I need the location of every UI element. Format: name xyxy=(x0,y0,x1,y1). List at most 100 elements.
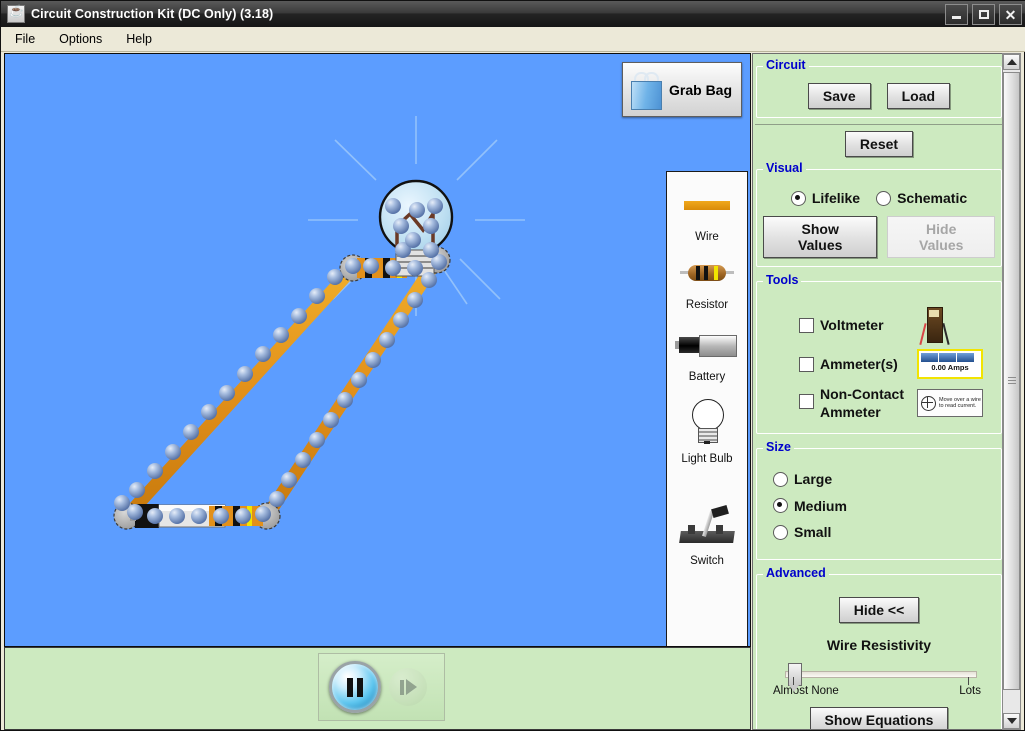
group-legend-tools: Tools xyxy=(763,273,802,287)
show-equations-button[interactable]: Show Equations xyxy=(809,706,949,729)
checkbox-voltmeter-box xyxy=(799,317,814,333)
minimize-icon xyxy=(952,15,961,19)
title-bar: Circuit Construction Kit (DC Only) (3.18… xyxy=(1,1,1025,27)
radio-large-indicator xyxy=(773,471,788,487)
toolbox-label-battery: Battery xyxy=(688,371,726,383)
group-circuit: Circuit Save Load xyxy=(756,58,1002,118)
hide-row: Hide << xyxy=(763,596,995,623)
hide-values-button[interactable]: Hide Values xyxy=(887,216,995,258)
group-size: Size Large Medium Small xyxy=(756,440,1002,560)
step-button[interactable] xyxy=(389,668,427,706)
slider-labels: Almost None Lots xyxy=(773,685,981,697)
menu-help[interactable]: Help xyxy=(116,30,162,48)
maximize-button[interactable] xyxy=(972,4,995,25)
group-tools: Tools Voltmeter Ammeter(s) 0.00 Amps Non… xyxy=(756,273,1002,434)
scrollbar-thumb[interactable] xyxy=(1003,72,1020,690)
clock-control-bar xyxy=(4,647,751,730)
wire-resistivity-slider[interactable] xyxy=(785,662,977,692)
toolbox-item-wire[interactable]: Wire xyxy=(667,182,747,243)
save-button[interactable]: Save xyxy=(807,83,871,109)
show-values-button[interactable]: Show Values xyxy=(763,216,878,258)
group-visual: Visual Lifelike Schematic Show Values Hi… xyxy=(756,161,1002,267)
load-button[interactable]: Load xyxy=(886,83,951,109)
group-legend-size: Size xyxy=(763,440,795,454)
toolbox-item-switch[interactable]: Switch xyxy=(667,500,747,567)
checkbox-voltmeter-label: Voltmeter xyxy=(820,317,884,333)
slider-track xyxy=(785,670,977,678)
java-coffee-icon xyxy=(7,4,25,23)
clock-panel xyxy=(318,653,445,721)
close-icon: ✕ xyxy=(1004,6,1017,23)
circuit-buttons-row: Save Load xyxy=(763,83,995,109)
tool-row-voltmeter: Voltmeter xyxy=(799,305,995,345)
radio-schematic[interactable]: Schematic xyxy=(876,190,967,206)
checkbox-voltmeter[interactable]: Voltmeter xyxy=(799,317,917,333)
control-panel: Circuit Save Load Reset Visual Lifelike … xyxy=(752,53,1006,730)
menu-options[interactable]: Options xyxy=(49,30,112,48)
menu-bar: File Options Help xyxy=(1,27,1025,52)
size-option-large[interactable]: Large xyxy=(773,471,995,492)
window-title: Circuit Construction Kit (DC Only) (3.18… xyxy=(31,7,274,21)
radio-schematic-indicator xyxy=(876,190,892,206)
toolbox-item-battery[interactable]: Battery xyxy=(667,322,747,383)
chevron-down-icon xyxy=(1006,718,1017,724)
slider-tick-max xyxy=(968,676,969,685)
visual-radio-row: Lifelike Schematic xyxy=(763,190,995,206)
checkbox-non-contact-ammeter-box xyxy=(799,394,814,409)
radio-lifelike[interactable]: Lifelike xyxy=(790,190,861,206)
radio-medium-label: Medium xyxy=(794,497,847,514)
group-legend-circuit: Circuit xyxy=(763,58,809,72)
shopping-bag-icon xyxy=(629,71,663,110)
scroll-down-button[interactable] xyxy=(1003,713,1020,729)
toolbox-label-light-bulb: Light Bulb xyxy=(681,453,733,465)
radio-schematic-label: Schematic xyxy=(897,190,968,206)
ammeter-icon: 0.00 Amps xyxy=(917,349,983,379)
panel-scrollbar[interactable] xyxy=(1002,53,1021,730)
toolbox-item-resistor[interactable]: Resistor xyxy=(667,250,747,311)
group-legend-visual: Visual xyxy=(763,161,806,175)
minimize-button[interactable] xyxy=(945,4,968,25)
radio-lifelike-indicator xyxy=(790,190,806,206)
grab-bag-button[interactable]: Grab Bag xyxy=(622,62,742,117)
maximize-icon xyxy=(978,10,989,19)
scroll-up-button[interactable] xyxy=(1003,54,1020,70)
checkbox-ammeter-label: Ammeter(s) xyxy=(820,356,898,372)
size-option-small[interactable]: Small xyxy=(773,524,995,545)
reset-button[interactable]: Reset xyxy=(844,131,914,157)
slider-tick-min xyxy=(793,676,794,685)
nca-hint-line2: to read current. xyxy=(939,403,977,409)
checkbox-ammeter[interactable]: Ammeter(s) xyxy=(799,356,917,372)
checkbox-ammeter-box xyxy=(799,356,814,372)
menu-file[interactable]: File xyxy=(5,30,45,48)
window-controls: ✕ xyxy=(945,4,1022,25)
light-bulb-icon xyxy=(667,394,747,450)
slider-thumb[interactable] xyxy=(788,662,802,692)
slider-max-label: Lots xyxy=(959,684,981,697)
close-button[interactable]: ✕ xyxy=(999,4,1022,25)
pause-button[interactable] xyxy=(329,661,381,713)
toolbox-label-resistor: Resistor xyxy=(685,299,729,311)
divider-1 xyxy=(755,124,1003,125)
toolbox-item-light-bulb[interactable]: Light Bulb xyxy=(667,394,747,465)
switch-icon xyxy=(667,500,747,552)
voltmeter-icon xyxy=(917,305,951,345)
hide-advanced-button[interactable]: Hide << xyxy=(838,596,920,623)
radio-lifelike-label: Lifelike xyxy=(811,190,861,206)
size-option-medium[interactable]: Medium xyxy=(773,498,995,519)
tool-row-ammeter: Ammeter(s) 0.00 Amps xyxy=(799,349,995,379)
battery-icon xyxy=(667,322,747,368)
radio-large-label: Large xyxy=(794,471,833,487)
checkbox-non-contact-ammeter[interactable]: Non-Contact Ammeter xyxy=(799,385,917,421)
non-contact-ammeter-icon: Move over a wire to read current. xyxy=(917,389,983,417)
radio-small-label: Small xyxy=(794,524,832,540)
resistor-icon xyxy=(667,250,747,296)
wire-left xyxy=(122,263,358,521)
ammeter-reading: 0.00 Amps xyxy=(931,363,969,372)
circuit-canvas[interactable]: Grab Bag Wire Resistor Battery Light Bul… xyxy=(4,53,751,647)
wire-resistivity-title: Wire Resistivity xyxy=(826,636,932,653)
group-advanced: Advanced Hide << Wire Resistivity Almost… xyxy=(756,565,1002,729)
toolbox-label-switch: Switch xyxy=(690,555,724,567)
show-equations-row: Show Equations xyxy=(763,706,995,729)
circuit-drawing xyxy=(113,116,525,530)
slider-min-label: Almost None xyxy=(773,684,839,697)
